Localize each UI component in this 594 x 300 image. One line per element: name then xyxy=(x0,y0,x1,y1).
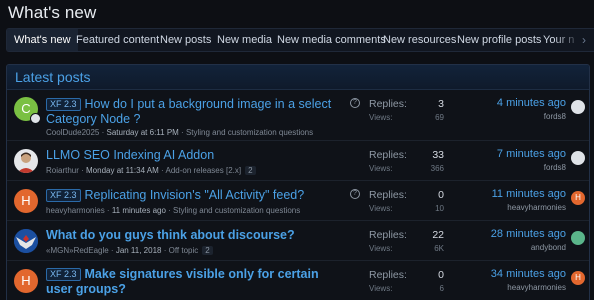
views-label: Views: xyxy=(369,244,393,253)
thread-title[interactable]: XF 2.3 How do I put a background image in… xyxy=(46,97,346,127)
post-date[interactable]: Jan 11, 2018 xyxy=(116,246,162,255)
page-title: What's new xyxy=(8,3,97,22)
replies-count: 3 xyxy=(438,98,444,110)
post-date[interactable]: Monday at 11:34 AM xyxy=(86,166,159,175)
post-date[interactable]: 11 minutes ago xyxy=(112,206,166,215)
author-link[interactable]: «MGN»RedEagle xyxy=(46,246,109,255)
replies-count: 0 xyxy=(438,269,444,281)
page-count[interactable]: 2 xyxy=(202,246,213,255)
views-count: 6K xyxy=(434,244,444,253)
post-date[interactable]: Saturday at 6:11 PM xyxy=(106,128,178,137)
last-post-time[interactable]: 11 minutes ago xyxy=(492,188,566,200)
views-count: 10 xyxy=(435,204,444,213)
tab-new-resources[interactable]: New resources xyxy=(383,29,456,51)
tab-overflow-fade xyxy=(554,29,594,51)
list-item: LLMO SEO Indexing AI Addon Roiarthur · M… xyxy=(7,142,589,181)
avatar[interactable]: H xyxy=(14,189,38,213)
chevron-right-icon[interactable]: › xyxy=(582,29,586,51)
replies-label: Replies: xyxy=(369,98,407,110)
last-poster-avatar[interactable] xyxy=(571,100,585,114)
last-poster[interactable]: andybond xyxy=(531,243,566,252)
tab-new-media[interactable]: New media xyxy=(217,29,272,51)
version-prefix[interactable]: XF 2.3 xyxy=(46,98,81,111)
author-link[interactable]: CoolDude2025 xyxy=(46,128,99,137)
last-post-time[interactable]: 7 minutes ago xyxy=(497,148,566,160)
replies-label: Replies: xyxy=(369,269,407,281)
replies-label: Replies: xyxy=(369,189,407,201)
last-poster[interactable]: fords8 xyxy=(544,112,566,121)
avatar[interactable]: C xyxy=(14,97,41,124)
last-poster-avatar[interactable]: H xyxy=(571,271,585,285)
tab-bar: What's new Featured content New posts Ne… xyxy=(6,28,594,52)
forum-link[interactable]: Styling and customization questions xyxy=(173,206,300,215)
thread-meta: CoolDude2025 · Saturday at 6:11 PM · Sty… xyxy=(46,128,314,137)
version-prefix[interactable]: XF 2.3 xyxy=(46,268,81,281)
avatar[interactable] xyxy=(14,149,38,173)
list-item: What do you guys think about discourse? … xyxy=(7,222,589,261)
last-poster[interactable]: heavyharmonies xyxy=(507,283,566,292)
last-post-time[interactable]: 4 minutes ago xyxy=(497,97,566,109)
views-label: Views: xyxy=(369,204,393,213)
thread-title[interactable]: LLMO SEO Indexing AI Addon xyxy=(46,148,214,163)
tab-new-posts[interactable]: New posts xyxy=(160,29,211,51)
thread-meta: heavyharmonies · 11 minutes ago · Stylin… xyxy=(46,206,301,215)
page-count[interactable]: 2 xyxy=(245,166,256,175)
list-item: C XF 2.3 How do I put a background image … xyxy=(7,91,589,141)
tab-new-media-comments[interactable]: New media comments xyxy=(277,29,386,51)
views-count: 366 xyxy=(430,164,444,173)
forum-link[interactable]: Off topic xyxy=(169,246,199,255)
last-poster-avatar[interactable] xyxy=(571,151,585,165)
forum-link[interactable]: Styling and customization questions xyxy=(186,128,313,137)
avatar[interactable] xyxy=(14,229,38,253)
thread-meta: Roiarthur · Monday at 11:34 AM · Add-on … xyxy=(46,166,256,175)
views-label: Views: xyxy=(369,113,393,122)
replies-count: 33 xyxy=(432,149,444,161)
views-count: 69 xyxy=(435,113,444,122)
list-item: H XF 2.3 Replicating Invision's "All Acti… xyxy=(7,182,589,221)
views-label: Views: xyxy=(369,164,393,173)
thread-meta: «MGN»RedEagle · Jan 11, 2018 · Off topic… xyxy=(46,246,213,255)
last-post-time[interactable]: 28 minutes ago xyxy=(491,228,566,240)
tab-featured-content[interactable]: Featured content xyxy=(76,29,159,51)
forum-link[interactable]: Add-on releases [2.x] xyxy=(165,166,241,175)
version-prefix[interactable]: XF 2.3 xyxy=(46,189,81,202)
last-poster[interactable]: heavyharmonies xyxy=(507,203,566,212)
section-title[interactable]: Latest posts xyxy=(7,65,589,90)
views-label: Views: xyxy=(369,284,393,293)
tab-new-profile-posts[interactable]: New profile posts xyxy=(457,29,541,51)
last-poster-avatar[interactable]: H xyxy=(571,191,585,205)
tab-whats-new[interactable]: What's new xyxy=(7,29,78,51)
question-icon: ? xyxy=(350,98,360,108)
thread-title[interactable]: What do you guys think about discourse? xyxy=(46,228,295,243)
avatar[interactable]: H xyxy=(14,269,38,293)
last-poster[interactable]: fords8 xyxy=(544,163,566,172)
replies-count: 0 xyxy=(438,189,444,201)
user-badge-icon xyxy=(30,113,41,124)
list-item: H XF 2.3 Make signatures visible only for… xyxy=(7,262,589,300)
author-link[interactable]: heavyharmonies xyxy=(46,206,105,215)
thread-title[interactable]: XF 2.3 Make signatures visible only for c… xyxy=(46,267,346,297)
replies-count: 22 xyxy=(432,229,444,241)
last-post-time[interactable]: 34 minutes ago xyxy=(491,268,566,280)
author-link[interactable]: Roiarthur xyxy=(46,166,79,175)
thread-title[interactable]: XF 2.3 Replicating Invision's "All Activi… xyxy=(46,188,304,203)
last-poster-avatar[interactable] xyxy=(571,231,585,245)
latest-posts-block: Latest posts C XF 2.3 How do I put a back… xyxy=(6,64,590,300)
replies-label: Replies: xyxy=(369,149,407,161)
question-icon: ? xyxy=(350,189,360,199)
views-count: 6 xyxy=(439,284,444,293)
replies-label: Replies: xyxy=(369,229,407,241)
